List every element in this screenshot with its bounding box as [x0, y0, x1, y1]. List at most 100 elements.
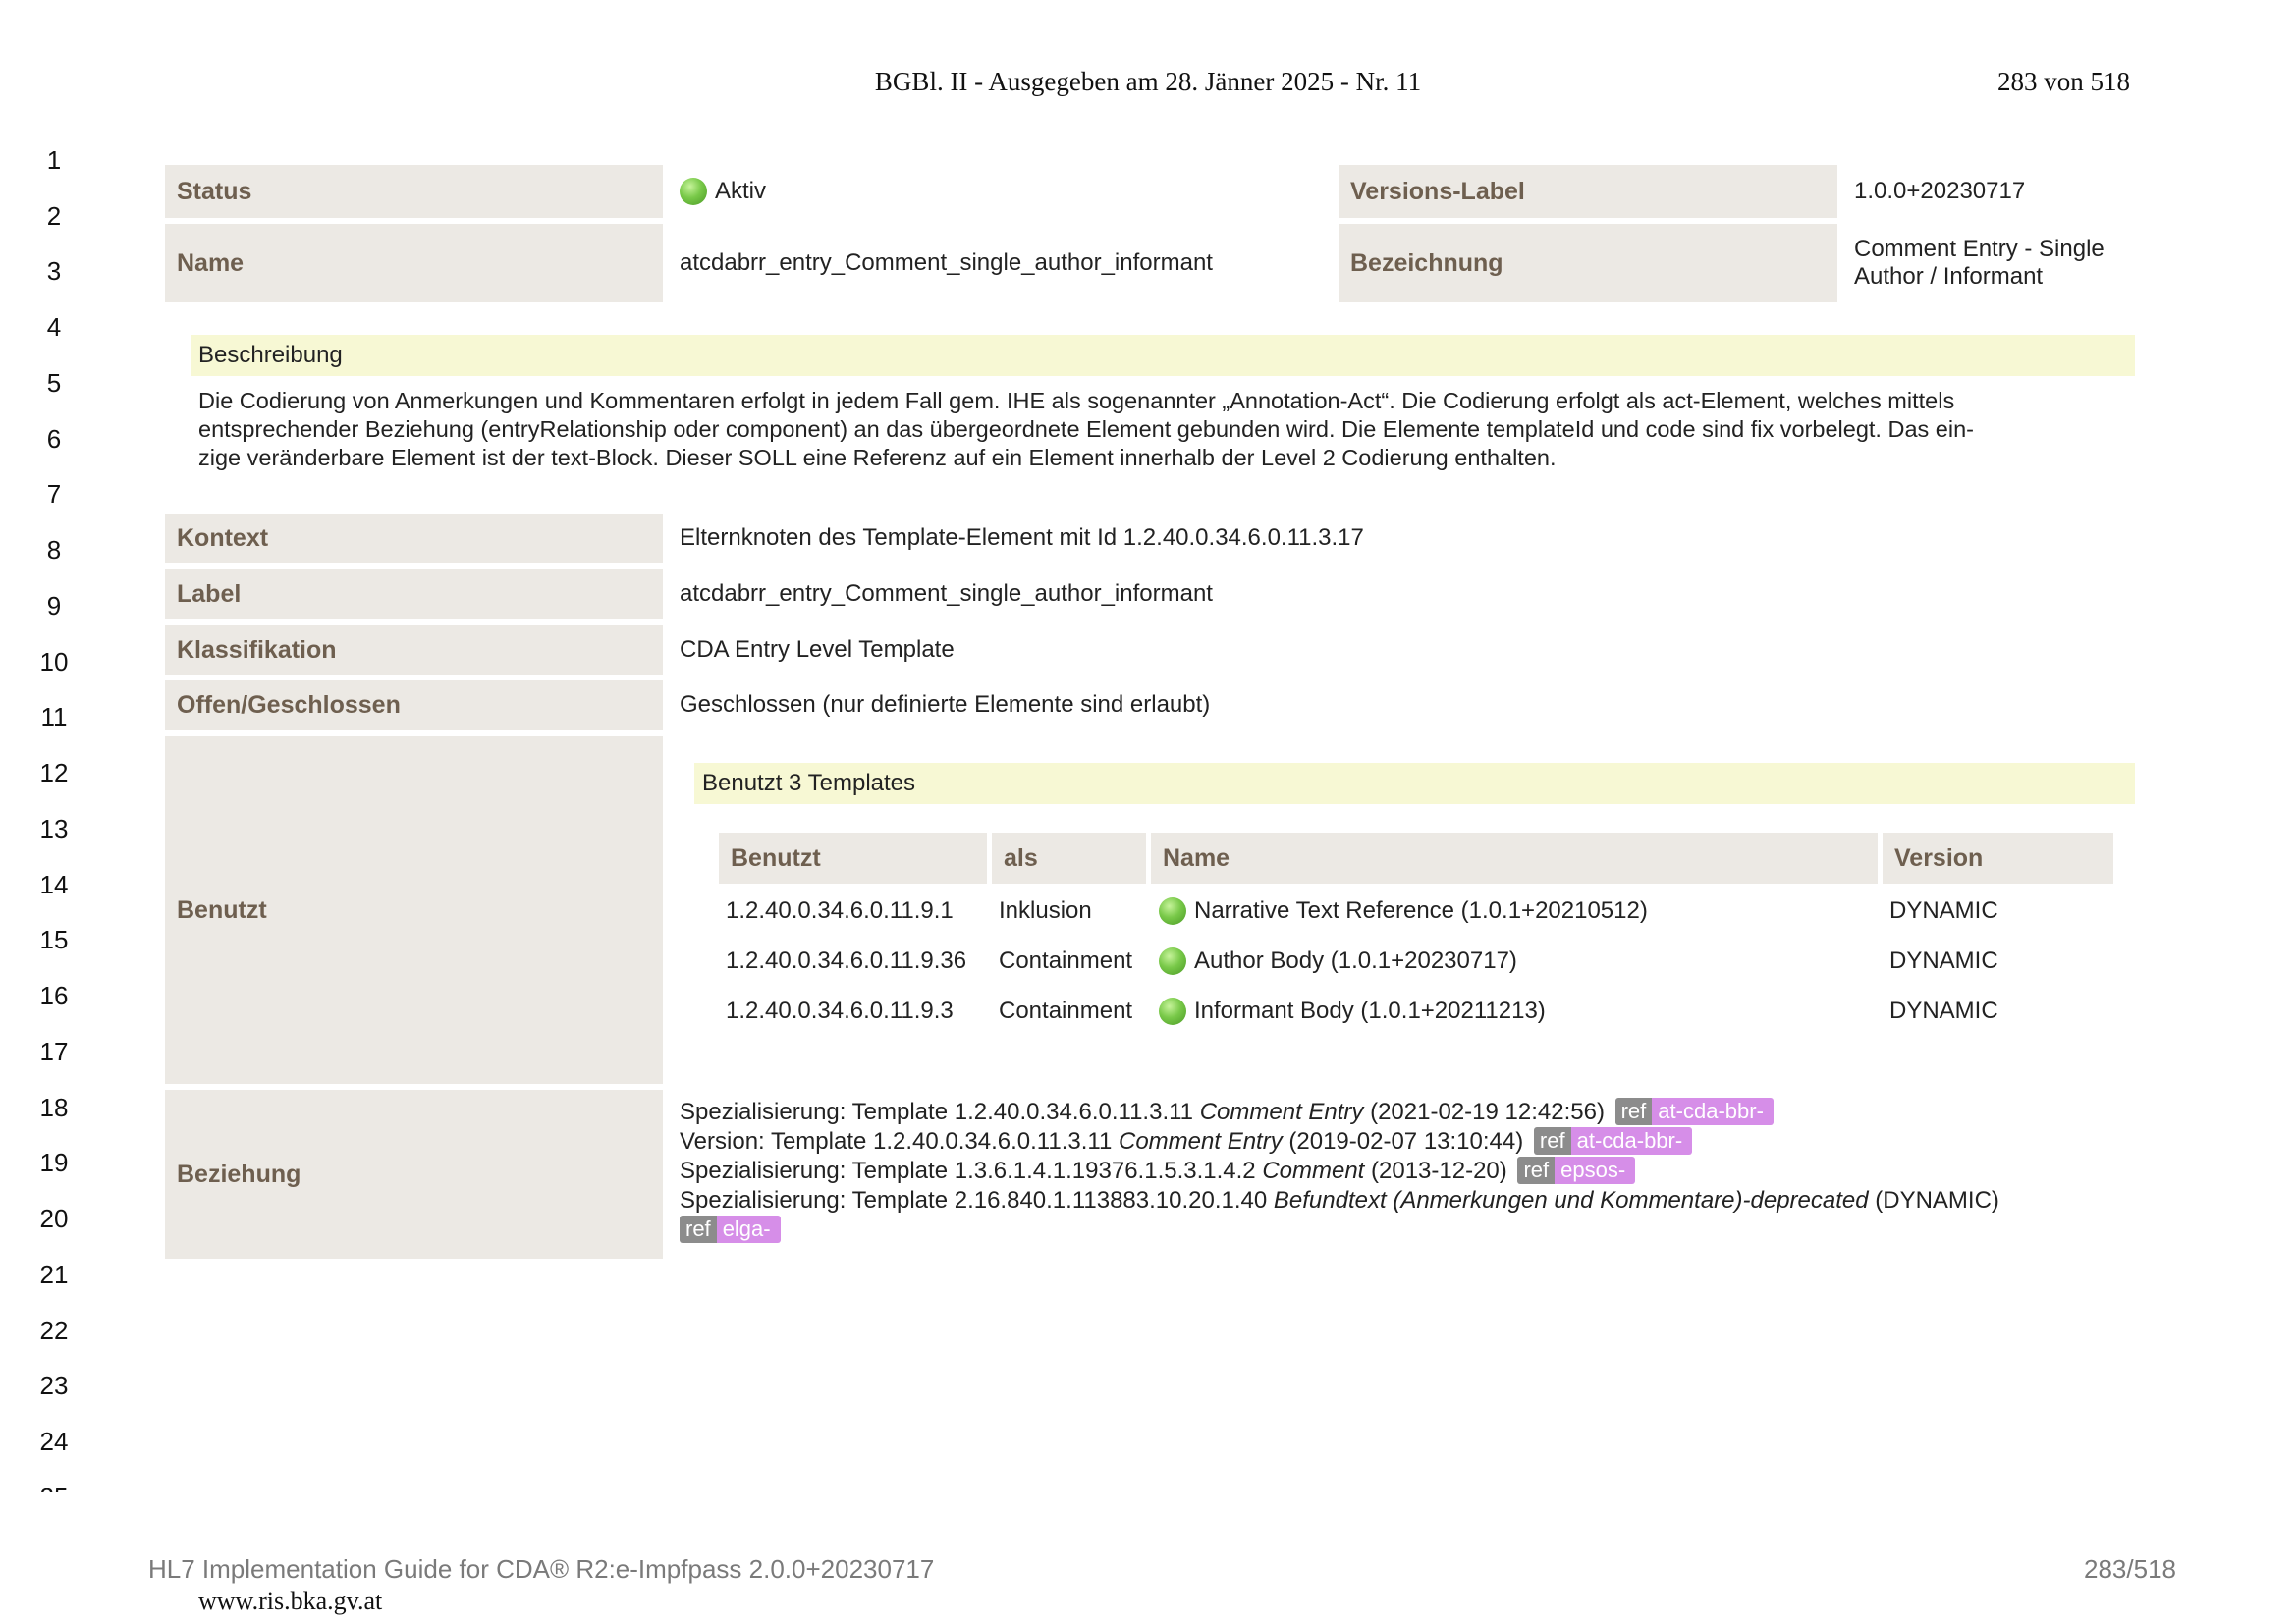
col-benutzt: Benutzt — [719, 833, 987, 884]
line-number: 11 — [40, 702, 68, 731]
benutzt-row-3-version: DYNAMIC — [1889, 998, 1998, 1024]
beschreibung-line-3: zige veränderbare Element ist der text-B… — [198, 445, 1557, 470]
line-number: 3 — [46, 256, 62, 286]
benutzt-row-2-als: Containment — [999, 947, 1133, 974]
line-number: 19 — [39, 1148, 69, 1177]
footer-page-number: 283/518 — [2084, 1554, 2176, 1584]
beschreibung-text: Die Codierung von Anmerkungen und Kommen… — [198, 387, 2123, 472]
template-name-link[interactable]: Comment Entry — [1200, 1099, 1364, 1125]
line-number: 17 — [39, 1037, 69, 1066]
template-link[interactable]: Author Body (1.0.1+20230717) — [1194, 947, 1517, 975]
offen-geschlossen-value: Geschlossen (nur definierte Elemente sin… — [680, 691, 1211, 718]
offen-geschlossen-label: Offen/Geschlossen — [165, 680, 663, 730]
line-number: 2 — [46, 201, 62, 231]
template-link[interactable]: Informant Body (1.0.1+20211213) — [1194, 998, 1546, 1025]
template-name-link[interactable]: Comment — [1262, 1158, 1364, 1184]
beziehung-text: Spezialisierung: Template 1.2.40.0.34.6.… — [680, 1099, 1200, 1125]
line-number: 20 — [39, 1204, 69, 1233]
line-number: 25 — [29, 1483, 79, 1492]
benutzt-row-3-name: Informant Body (1.0.1+20211213) — [1159, 992, 1546, 1031]
line-number: 24 — [39, 1427, 69, 1456]
line-number: 22 — [39, 1316, 69, 1345]
benutzt-row-3-als: Containment — [999, 998, 1133, 1024]
footer-url[interactable]: www.ris.bka.gv.at — [198, 1587, 382, 1616]
bezeichnung-value: Comment Entry - Single Author / Informan… — [1854, 236, 2168, 295]
line-number: 23 — [39, 1371, 69, 1400]
col-name: Name — [1151, 833, 1878, 884]
ref-badge-label: ref — [1533, 1127, 1571, 1155]
ref-badge[interactable]: ref elga- — [680, 1216, 781, 1243]
name-label: Name — [165, 224, 663, 302]
line-number: 12 — [39, 758, 69, 787]
beschreibung-line-2: entsprechender Beziehung (entryRelations… — [198, 416, 1974, 442]
klassifikation-value: CDA Entry Level Template — [680, 636, 955, 663]
col-version: Version — [1883, 833, 2113, 884]
beziehung-text: Version: Template 1.2.40.0.34.6.0.11.3.1… — [680, 1128, 1119, 1155]
benutzt-heading: Benutzt 3 Templates — [694, 763, 2135, 804]
page-counter: 283 von 518 — [1997, 67, 2130, 96]
bezeichnung-line-2: Author / Informant — [1854, 263, 2044, 290]
beschreibung-line-1: Die Codierung von Anmerkungen und Kommen… — [198, 388, 1955, 413]
beziehung-text: Spezialisierung: Template 1.3.6.1.4.1.19… — [680, 1158, 1263, 1184]
line-number: 9 — [46, 591, 62, 621]
beziehung-date: (DYNAMIC) — [1868, 1187, 1999, 1214]
benutzt-row-2-version: DYNAMIC — [1889, 947, 1998, 974]
line-number: 10 — [39, 647, 69, 676]
beziehung-item: Spezialisierung: Template 1.2.40.0.34.6.… — [680, 1098, 2153, 1127]
benutzt-label: Benutzt — [165, 736, 663, 1084]
klassifikation-label: Klassifikation — [165, 625, 663, 675]
benutzt-row-1-als: Inklusion — [999, 897, 1092, 924]
line-number: 5 — [46, 368, 62, 398]
kontext-label: Kontext — [165, 514, 663, 563]
benutzt-row-2-name: Author Body (1.0.1+20230717) — [1159, 942, 1517, 981]
label-label: Label — [165, 569, 663, 619]
footer-guide-title: HL7 Implementation Guide for CDA® R2:e-I… — [148, 1554, 935, 1584]
line-number: 4 — [46, 312, 62, 342]
ref-badge[interactable]: ref at-cda-bbr- — [1614, 1098, 1774, 1125]
line-number: 8 — [46, 535, 62, 565]
page-header: BGBl. II - Ausgegeben am 28. Jänner 2025… — [0, 67, 2296, 102]
ref-badge[interactable]: ref at-cda-bbr- — [1533, 1127, 1693, 1155]
beschreibung-heading: Beschreibung — [191, 335, 2135, 376]
ref-badge[interactable]: ref epsos- — [1517, 1157, 1636, 1184]
line-number: 16 — [39, 981, 69, 1010]
status-active-icon — [1159, 998, 1186, 1025]
line-numbers: 1 2 3 4 5 6 7 8 9 10 11 12 13 14 15 16 1… — [29, 145, 79, 1492]
name-value: atcdabrr_entry_Comment_single_author_inf… — [680, 249, 1213, 276]
label-value: atcdabrr_entry_Comment_single_author_inf… — [680, 580, 1213, 607]
version-label: Versions-Label — [1339, 165, 1837, 218]
ref-badge-label: ref — [1614, 1098, 1653, 1125]
bezeichnung-label: Bezeichnung — [1339, 224, 1837, 302]
line-number: 7 — [46, 479, 62, 509]
benutzt-row-1-name: Narrative Text Reference (1.0.1+20210512… — [1159, 892, 1648, 931]
page-footer: HL7 Implementation Guide for CDA® R2:e-I… — [148, 1554, 2176, 1588]
line-number: 13 — [39, 814, 69, 843]
template-name-link[interactable]: Comment Entry — [1119, 1128, 1283, 1155]
beziehung-date: (2019‑02‑07 13:10:44) — [1282, 1128, 1524, 1155]
status-active-icon — [1159, 947, 1186, 975]
line-number: 18 — [39, 1093, 69, 1122]
benutzt-row-3-id: 1.2.40.0.34.6.0.11.9.3 — [726, 998, 954, 1024]
template-name-link[interactable]: Befundtext (Anmerkungen und Kommentare)-… — [1274, 1187, 1869, 1214]
benutzt-row-2-id: 1.2.40.0.34.6.0.11.9.36 — [726, 947, 967, 974]
ref-badge-prefix: epsos- — [1555, 1157, 1636, 1184]
ref-badge-prefix: at-cda-bbr- — [1570, 1127, 1693, 1155]
status-label: Status — [165, 165, 663, 218]
ref-badge-label: ref — [680, 1216, 717, 1243]
status-active-icon — [1159, 897, 1186, 925]
status-value: Aktiv — [680, 165, 1318, 218]
benutzt-row-1-version: DYNAMIC — [1889, 897, 1998, 924]
beziehung-item: Spezialisierung: Template 1.3.6.1.4.1.19… — [680, 1157, 2153, 1186]
beziehung-text: Spezialisierung: Template 2.16.840.1.113… — [680, 1187, 1274, 1214]
gazette-title: BGBl. II - Ausgegeben am 28. Jänner 2025… — [874, 67, 1422, 96]
template-link[interactable]: Narrative Text Reference (1.0.1+20210512… — [1194, 897, 1648, 925]
line-number: 1 — [46, 145, 62, 175]
beziehung-date: (2021‑02‑19 12:42:56) — [1363, 1099, 1605, 1125]
status-text: Aktiv — [715, 178, 767, 204]
beziehung-item: Version: Template 1.2.40.0.34.6.0.11.3.1… — [680, 1127, 2153, 1157]
line-number: 15 — [39, 925, 69, 954]
beziehung-item-tag: ref elga- — [680, 1216, 2153, 1245]
beziehung-label: Beziehung — [165, 1090, 663, 1259]
beziehung-item: Spezialisierung: Template 2.16.840.1.113… — [680, 1186, 2153, 1216]
ref-badge-prefix: elga- — [716, 1216, 781, 1243]
